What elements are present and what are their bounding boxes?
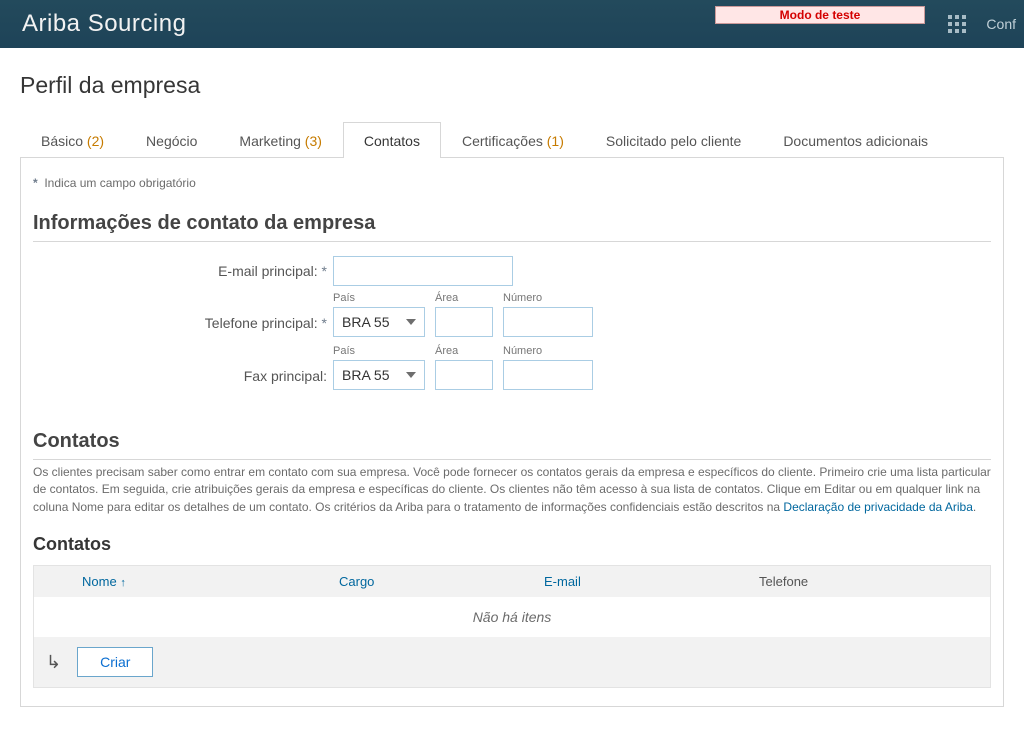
- label-phone: Telefone principal: *: [33, 315, 333, 337]
- section-contacts-title: Contatos: [33, 430, 991, 453]
- tab-documentos[interactable]: Documentos adicionais: [762, 122, 949, 158]
- row-fax: Fax principal: País Área Número BRA 55: [33, 345, 991, 390]
- contacts-description: Os clientes precisam saber como entrar e…: [33, 464, 991, 516]
- sort-asc-icon: ↑: [120, 577, 126, 589]
- row-phone: Telefone principal: * País Área Número B…: [33, 292, 991, 337]
- tab-basico[interactable]: Básico (2): [20, 122, 125, 158]
- sublabel-country-fax: País: [333, 345, 435, 357]
- sublabel-area: Área: [435, 292, 503, 304]
- col-tel-header[interactable]: Telefone: [759, 574, 990, 589]
- arrow-return-icon: ↳: [46, 652, 61, 673]
- fax-number-input[interactable]: [503, 360, 593, 390]
- phone-country-select[interactable]: BRA 55: [333, 307, 425, 337]
- col-name-header[interactable]: Nome ↑: [34, 574, 339, 589]
- divider: [33, 241, 991, 242]
- phone-area-input[interactable]: [435, 307, 493, 337]
- sublabel-country: País: [333, 292, 435, 304]
- contacts-table: Nome ↑ Cargo E-mail Telefone Não há iten…: [33, 565, 991, 688]
- tab-content: * Indica um campo obrigatório Informaçõe…: [20, 158, 1004, 707]
- col-email-header[interactable]: E-mail: [544, 574, 759, 589]
- header-config-link[interactable]: Conf: [986, 16, 1016, 32]
- sublabel-area-fax: Área: [435, 345, 503, 357]
- page-title: Perfil da empresa: [20, 72, 1004, 99]
- tab-marketing[interactable]: Marketing (3): [218, 122, 342, 158]
- divider: [33, 459, 991, 460]
- email-input[interactable]: [333, 256, 513, 286]
- chevron-down-icon: [406, 372, 416, 378]
- tab-solicitado[interactable]: Solicitado pelo cliente: [585, 122, 762, 158]
- apps-grid-icon[interactable]: [948, 15, 966, 33]
- col-cargo-header[interactable]: Cargo: [339, 574, 544, 589]
- fax-area-input[interactable]: [435, 360, 493, 390]
- tabs-bar: Básico (2) Negócio Marketing (3) Contato…: [20, 121, 1004, 158]
- row-email: E-mail principal: *: [33, 256, 991, 286]
- sublabel-number: Número: [503, 292, 603, 304]
- table-footer: ↳ Criar: [34, 637, 990, 687]
- no-items-row: Não há itens: [34, 597, 990, 637]
- phone-number-input[interactable]: [503, 307, 593, 337]
- brand-logo: Ariba Sourcing: [22, 10, 186, 38]
- sublabel-number-fax: Número: [503, 345, 603, 357]
- create-button[interactable]: Criar: [77, 647, 153, 677]
- contacts-subtitle: Contatos: [33, 534, 991, 555]
- tab-certificacoes[interactable]: Certificações (1): [441, 122, 585, 158]
- page-body: Perfil da empresa Básico (2) Negócio Mar…: [0, 48, 1024, 737]
- label-fax: Fax principal:: [33, 368, 333, 390]
- chevron-down-icon: [406, 319, 416, 325]
- table-header: Nome ↑ Cargo E-mail Telefone: [34, 566, 990, 597]
- tab-negocio[interactable]: Negócio: [125, 122, 218, 158]
- app-header: Ariba Sourcing Modo de teste Conf: [0, 0, 1024, 48]
- tab-contatos[interactable]: Contatos: [343, 122, 441, 158]
- required-note: * Indica um campo obrigatório: [33, 176, 991, 190]
- section-contact-info-title: Informações de contato da empresa: [33, 212, 991, 235]
- label-email: E-mail principal: *: [33, 263, 333, 279]
- fax-country-select[interactable]: BRA 55: [333, 360, 425, 390]
- test-mode-banner: Modo de teste: [715, 6, 925, 24]
- privacy-link[interactable]: Declaração de privacidade da Ariba: [783, 500, 972, 514]
